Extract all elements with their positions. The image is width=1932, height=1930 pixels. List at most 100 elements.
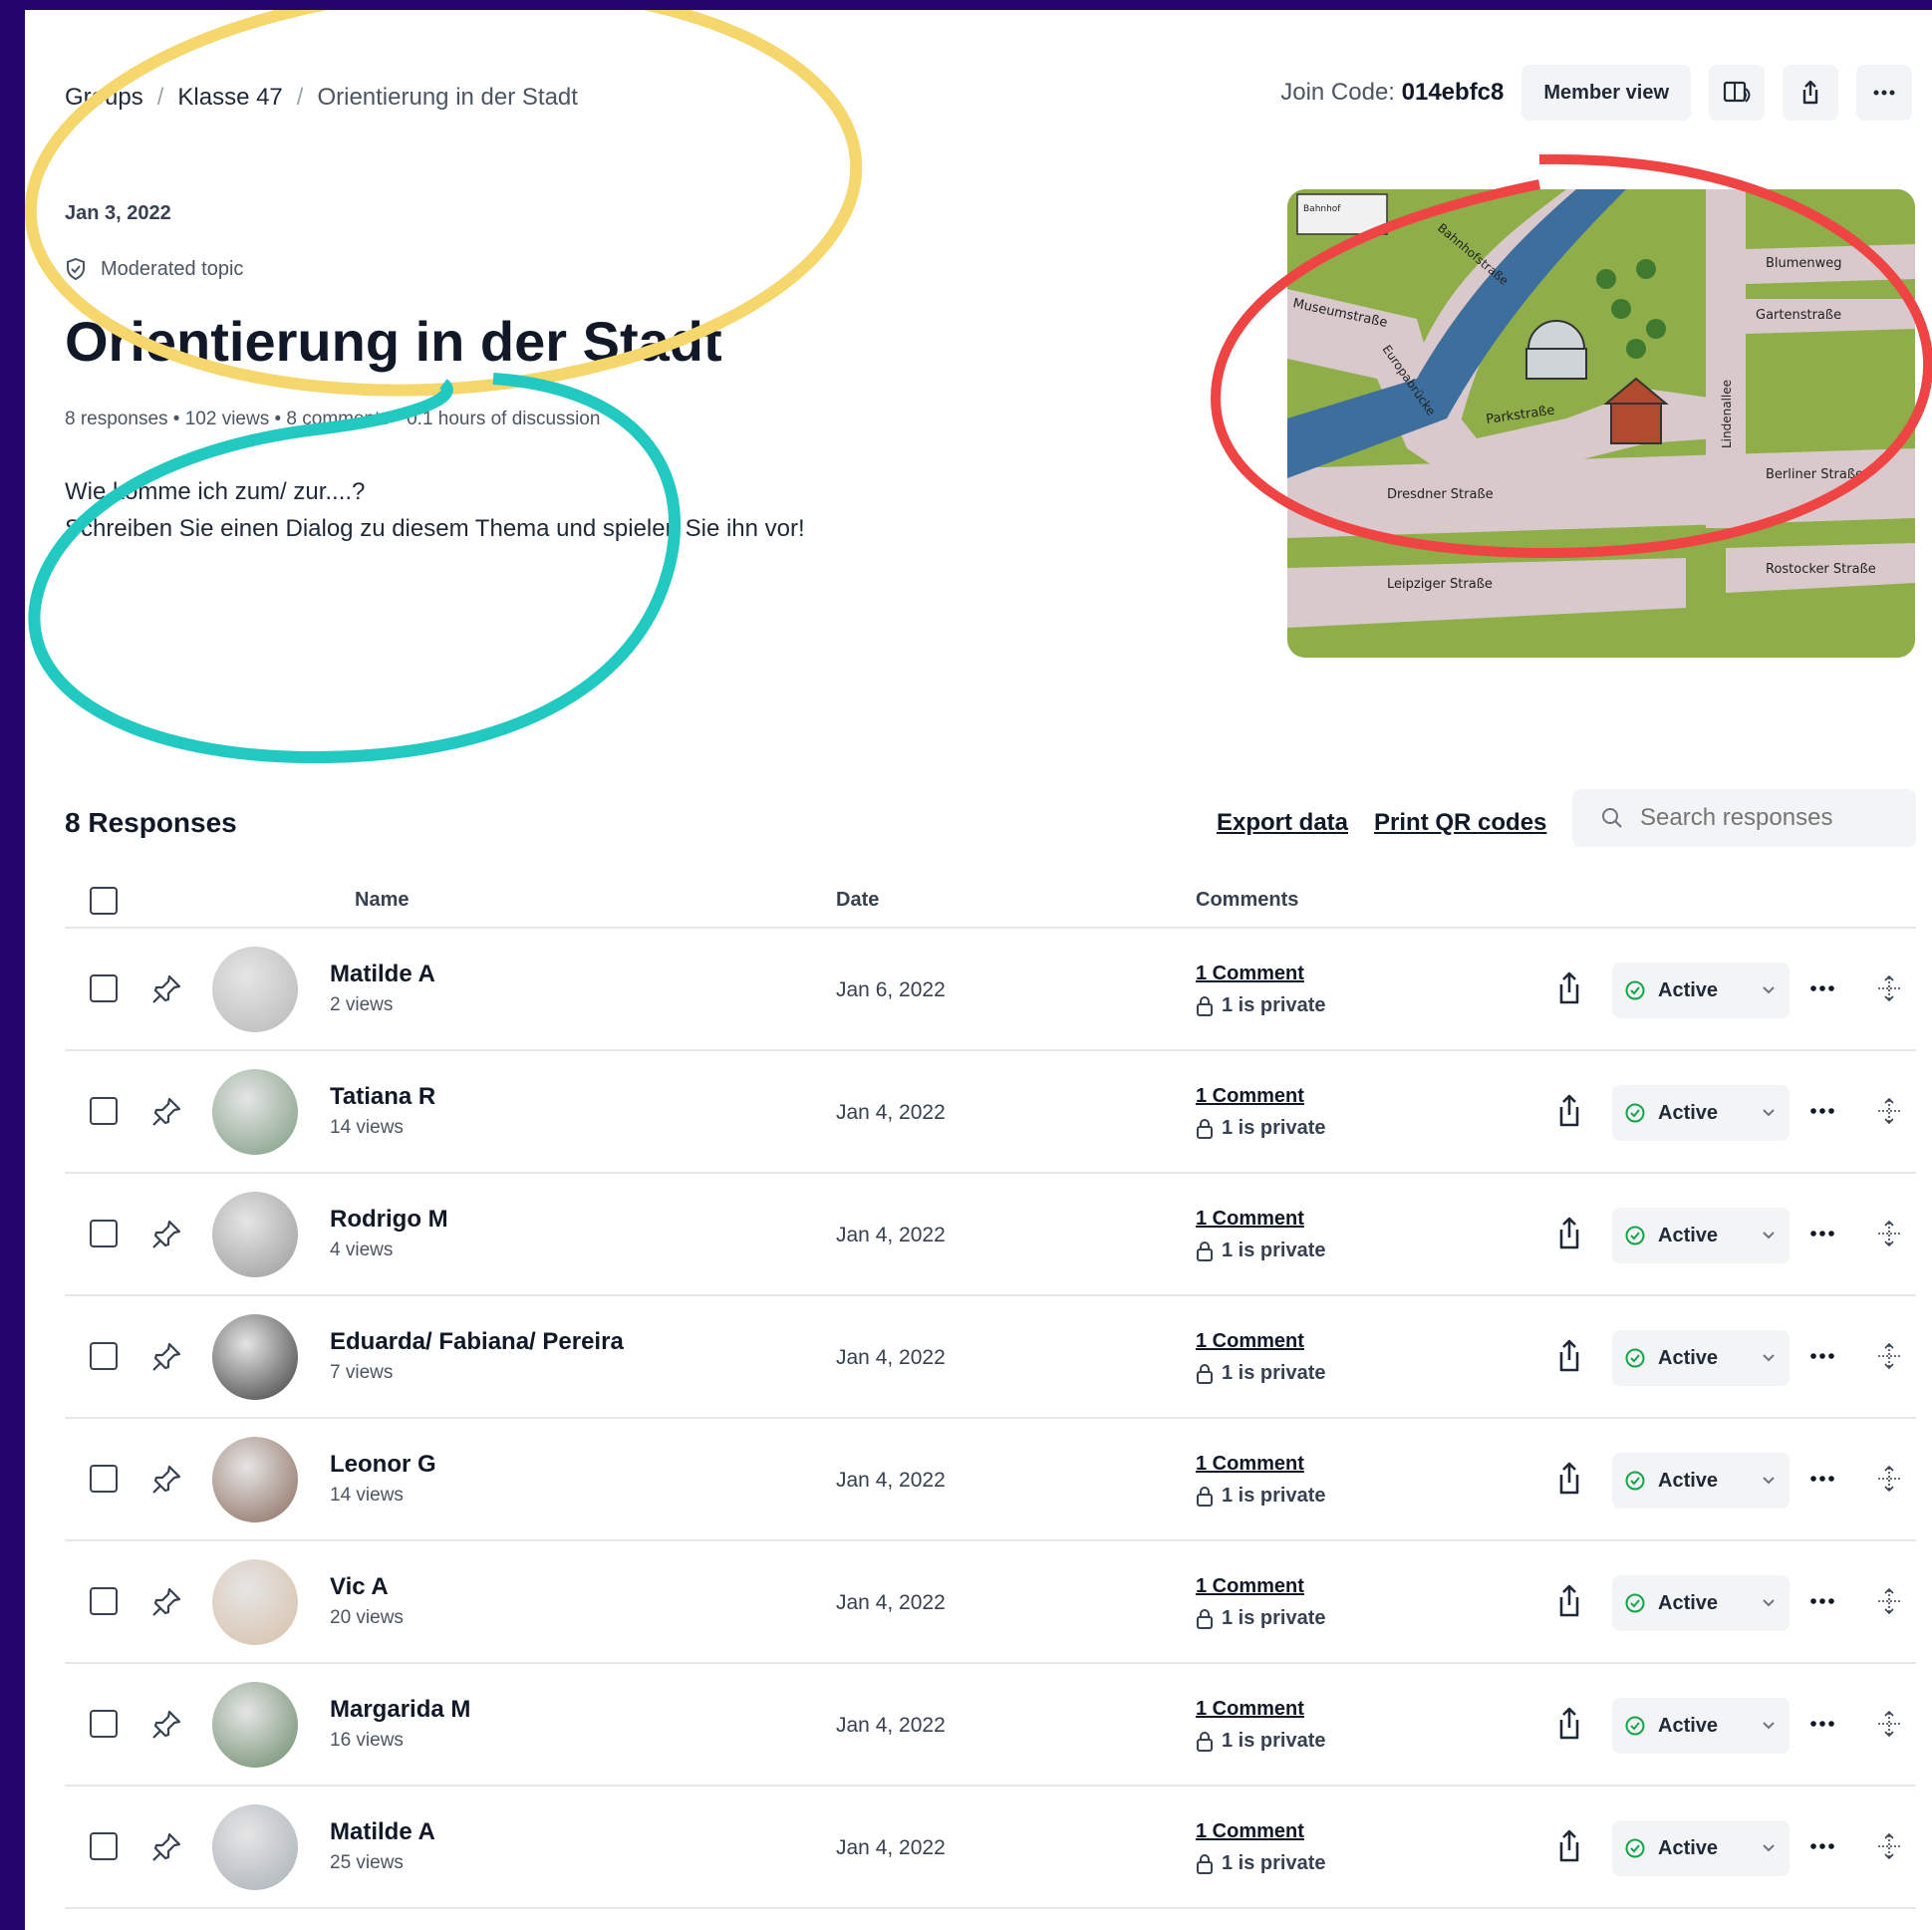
comments-link[interactable]: 1 Comment <box>1196 1330 1304 1353</box>
row-checkbox[interactable] <box>90 1710 118 1738</box>
comments-link[interactable]: 1 Comment <box>1196 1208 1304 1231</box>
pin-icon[interactable] <box>149 1340 183 1374</box>
search-input[interactable] <box>1640 804 1889 832</box>
response-author[interactable]: Vic A <box>330 1573 389 1601</box>
pin-icon[interactable] <box>149 1095 183 1129</box>
status-dropdown[interactable]: Active <box>1612 1085 1790 1141</box>
row-checkbox[interactable] <box>90 1587 118 1615</box>
more-icon[interactable] <box>1807 1836 1837 1856</box>
drag-icon[interactable] <box>1875 1832 1903 1860</box>
row-checkbox[interactable] <box>90 1342 118 1370</box>
column-name[interactable]: Name <box>355 889 409 912</box>
search-box[interactable] <box>1572 789 1916 847</box>
table-row[interactable]: Eduarda/ Fabiana/ Pereira 7 views Jan 4,… <box>65 1296 1916 1419</box>
table-row[interactable]: Vic A 20 views Jan 4, 2022 1 Comment 1 i… <box>65 1541 1916 1664</box>
response-date: Jan 4, 2022 <box>836 1224 946 1246</box>
comments-link[interactable]: 1 Comment <box>1196 963 1304 985</box>
status-dropdown[interactable]: Active <box>1612 1453 1790 1509</box>
more-icon[interactable] <box>1807 1224 1837 1243</box>
avatar[interactable] <box>212 1192 298 1277</box>
response-author[interactable]: Rodrigo M <box>330 1206 448 1234</box>
share-icon[interactable] <box>1552 1461 1586 1497</box>
drag-icon[interactable] <box>1875 1710 1903 1738</box>
status-dropdown[interactable]: Active <box>1612 1330 1790 1386</box>
response-author[interactable]: Eduarda/ Fabiana/ Pereira <box>330 1328 624 1356</box>
share-icon[interactable] <box>1552 1093 1586 1129</box>
pin-icon[interactable] <box>149 972 183 1006</box>
table-row[interactable]: Matilde A 25 views Jan 4, 2022 1 Comment… <box>65 1787 1916 1909</box>
comments-link[interactable]: 1 Comment <box>1196 1085 1304 1108</box>
breadcrumb-groups[interactable]: Groups <box>65 84 143 112</box>
pin-icon[interactable] <box>149 1463 183 1497</box>
drag-icon[interactable] <box>1875 1587 1903 1615</box>
share-topic-button[interactable] <box>1783 65 1838 121</box>
row-checkbox[interactable] <box>90 1832 118 1860</box>
comments-link[interactable]: 1 Comment <box>1196 1453 1304 1476</box>
more-icon[interactable] <box>1807 1346 1837 1366</box>
drag-icon[interactable] <box>1875 1220 1903 1247</box>
status-dropdown[interactable]: Active <box>1612 1575 1790 1631</box>
column-date[interactable]: Date <box>836 889 879 912</box>
status-dropdown[interactable]: Active <box>1612 963 1790 1018</box>
table-row[interactable]: Margarida M 16 views Jan 4, 2022 1 Comme… <box>65 1664 1916 1787</box>
more-icon[interactable] <box>1807 1101 1837 1121</box>
column-comments[interactable]: Comments <box>1196 889 1298 912</box>
avatar[interactable] <box>212 1314 298 1400</box>
avatar[interactable] <box>212 1682 298 1768</box>
pin-icon[interactable] <box>149 1585 183 1619</box>
response-author[interactable]: Leonor G <box>330 1451 436 1479</box>
export-data-link[interactable]: Export data <box>1217 809 1348 837</box>
more-icon[interactable] <box>1807 978 1837 998</box>
select-all-checkbox[interactable] <box>90 887 118 915</box>
drag-icon[interactable] <box>1875 1342 1903 1370</box>
response-author[interactable]: Matilde A <box>330 1818 435 1846</box>
row-checkbox[interactable] <box>90 1097 118 1125</box>
status-dropdown[interactable]: Active <box>1612 1698 1790 1754</box>
table-row[interactable]: Tatiana R 14 views Jan 4, 2022 1 Comment… <box>65 1051 1916 1174</box>
more-icon[interactable] <box>1807 1714 1837 1734</box>
response-author[interactable]: Tatiana R <box>330 1083 435 1111</box>
share-icon[interactable] <box>1552 1706 1586 1742</box>
breadcrumb-group[interactable]: Klasse 47 <box>177 84 282 112</box>
response-author[interactable]: Margarida M <box>330 1696 470 1724</box>
avatar[interactable] <box>212 1069 298 1155</box>
comments-link[interactable]: 1 Comment <box>1196 1820 1304 1843</box>
share-icon[interactable] <box>1552 1583 1586 1619</box>
drag-icon[interactable] <box>1875 1097 1903 1125</box>
row-checkbox[interactable] <box>90 1220 118 1247</box>
comments-link[interactable]: 1 Comment <box>1196 1575 1304 1598</box>
topic-image-map[interactable]: Museumstraße Bahnhofstraße Europabrücke … <box>1287 189 1915 658</box>
avatar[interactable] <box>212 1804 298 1890</box>
status-dropdown[interactable]: Active <box>1612 1208 1790 1263</box>
pin-icon[interactable] <box>149 1708 183 1742</box>
share-icon[interactable] <box>1552 1216 1586 1251</box>
join-code-value[interactable]: 014ebfc8 <box>1402 79 1505 106</box>
avatar[interactable] <box>212 947 298 1032</box>
pin-icon[interactable] <box>149 1218 183 1251</box>
response-author[interactable]: Matilde A <box>330 961 435 988</box>
page: Groups / Klasse 47 / Orientierung in der… <box>25 10 1932 1930</box>
status-dropdown[interactable]: Active <box>1612 1820 1790 1876</box>
status-label: Active <box>1658 1714 1719 1737</box>
avatar[interactable] <box>212 1437 298 1522</box>
row-checkbox[interactable] <box>90 1465 118 1493</box>
more-icon[interactable] <box>1807 1591 1837 1611</box>
drag-icon[interactable] <box>1875 974 1903 1002</box>
comments-link[interactable]: 1 Comment <box>1196 1698 1304 1721</box>
table-row[interactable]: Rodrigo M 4 views Jan 4, 2022 1 Comment … <box>65 1174 1916 1296</box>
share-icon[interactable] <box>1552 1828 1586 1864</box>
avatar[interactable] <box>212 1559 298 1645</box>
accessibility-button[interactable] <box>1709 65 1765 121</box>
table-row[interactable]: Matilde A 2 views Jan 6, 2022 1 Comment … <box>65 929 1916 1051</box>
share-icon[interactable] <box>1552 1338 1586 1374</box>
pin-icon[interactable] <box>149 1830 183 1864</box>
print-qr-link[interactable]: Print QR codes <box>1374 809 1546 837</box>
drag-icon[interactable] <box>1875 1465 1903 1493</box>
table-row[interactable]: Leonor G 14 views Jan 4, 2022 1 Comment … <box>65 1419 1916 1541</box>
more-options-button[interactable] <box>1856 65 1912 121</box>
more-icon[interactable] <box>1807 1469 1837 1489</box>
share-icon[interactable] <box>1552 970 1586 1006</box>
member-view-button[interactable]: Member view <box>1521 65 1691 121</box>
private-label: 1 is private <box>1222 1485 1326 1507</box>
row-checkbox[interactable] <box>90 974 118 1002</box>
